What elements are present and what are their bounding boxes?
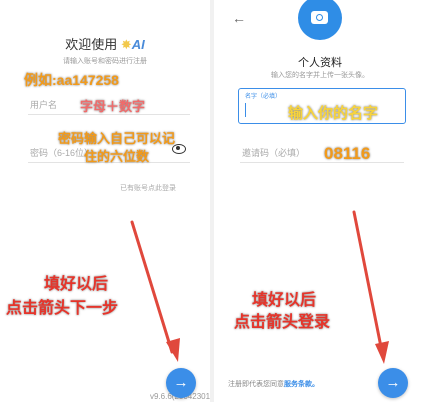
profile-screen: ← 个人资料 输入您的名字并上传一张头像。 名字（必填） 邀请码（必填） 注册即… [214,0,426,402]
register-screen: 欢迎使用 ✸AI 请输入账号和密码进行注册 用户名 密码（6-16位） 已有账号… [0,0,210,402]
pointer-arrow-right [352,210,389,364]
pointer-arrow-left [130,220,180,362]
